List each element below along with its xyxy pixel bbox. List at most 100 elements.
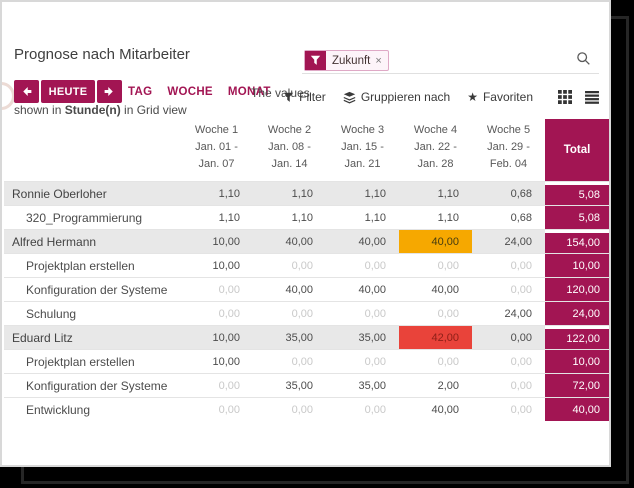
grid-cell: 40,00 xyxy=(399,230,472,253)
grid-cell[interactable]: 40,00 xyxy=(399,398,472,421)
grid-cell: 42,00 xyxy=(399,326,472,349)
facet-remove-icon[interactable]: × xyxy=(374,51,387,70)
row-label[interactable]: Eduard Litz xyxy=(4,326,180,349)
grid-cell[interactable]: 40,00 xyxy=(399,278,472,301)
row-total: 5,08 xyxy=(545,182,609,205)
search-bar[interactable]: Zukunft × xyxy=(302,48,599,74)
grid-cell: 40,00 xyxy=(253,230,326,253)
grid-cell[interactable]: 0,00 xyxy=(253,350,326,373)
next-period-button[interactable] xyxy=(97,80,122,103)
grid-cell: 1,10 xyxy=(253,182,326,205)
grid-cell[interactable]: 35,00 xyxy=(253,374,326,397)
grid-cell[interactable]: 40,00 xyxy=(253,278,326,301)
grid-row-sub: 320_Programmierung1,101,101,101,100,685,… xyxy=(4,205,609,229)
search-icon[interactable] xyxy=(576,51,591,66)
layers-icon xyxy=(343,91,356,104)
row-total: 10,00 xyxy=(545,254,609,277)
search-facet-zukunft[interactable]: Zukunft × xyxy=(304,50,389,71)
row-label: 320_Programmierung xyxy=(4,206,180,229)
row-label[interactable]: Ronnie Oberloher xyxy=(4,182,180,205)
grid-cell[interactable]: 0,00 xyxy=(326,350,399,373)
grid-header-week-4: Woche 4Jan. 22 -Jan. 28 xyxy=(399,119,472,181)
row-label[interactable]: Alfred Hermann xyxy=(4,230,180,253)
grid-header-row: Woche 1Jan. 01 -Jan. 07Woche 2Jan. 08 -J… xyxy=(4,119,609,181)
grid-cell[interactable]: 35,00 xyxy=(326,374,399,397)
row-label: Konfiguration der Systeme xyxy=(4,278,180,301)
grid-cell: 24,00 xyxy=(472,230,545,253)
grid-cell[interactable]: 0,00 xyxy=(253,254,326,277)
row-total: 5,08 xyxy=(545,206,609,229)
facet-label: Zukunft xyxy=(326,51,374,70)
favorites-label: Favoriten xyxy=(483,90,533,104)
filter-label: Filter xyxy=(299,90,326,104)
grid-view-icon[interactable] xyxy=(558,90,572,104)
grid-row-group: Ronnie Oberloher1,101,101,101,100,685,08 xyxy=(4,181,609,205)
note2-suffix: in Grid view xyxy=(121,103,187,117)
prev-period-button[interactable] xyxy=(14,80,39,103)
grid-cell: 0,68 xyxy=(472,182,545,205)
screenshot-stage: Prognose nach Mitarbeiter Zukunft × HEUT… xyxy=(0,0,634,488)
groupby-button[interactable]: Gruppieren nach xyxy=(343,90,450,104)
grid-cell[interactable]: 0,00 xyxy=(180,398,253,421)
grid-cell[interactable]: 0,68 xyxy=(472,206,545,229)
header-line: Woche 1 xyxy=(180,122,253,139)
grid-cell[interactable]: 0,00 xyxy=(180,302,253,325)
grid-cell[interactable]: 1,10 xyxy=(180,206,253,229)
row-label: Projektplan erstellen xyxy=(4,350,180,373)
grid-cell[interactable]: 1,10 xyxy=(326,206,399,229)
grid-header-week-5: Woche 5Jan. 29 -Feb. 04 xyxy=(472,119,545,181)
grid-cell[interactable]: 0,00 xyxy=(472,398,545,421)
grid-cell[interactable]: 10,00 xyxy=(180,350,253,373)
grid-row-sub: Projektplan erstellen10,000,000,000,000,… xyxy=(4,349,609,373)
grid-cell[interactable]: 0,00 xyxy=(253,302,326,325)
row-label: Schulung xyxy=(4,302,180,325)
grid-table: Woche 1Jan. 01 -Jan. 07Woche 2Jan. 08 -J… xyxy=(4,119,609,421)
grid-cell[interactable]: 1,10 xyxy=(253,206,326,229)
row-total: 122,00 xyxy=(545,326,609,349)
grid-cell[interactable]: 0,00 xyxy=(180,374,253,397)
grid-row-group: Alfred Hermann10,0040,0040,0040,0024,001… xyxy=(4,229,609,253)
grid-cell[interactable]: 40,00 xyxy=(326,278,399,301)
grid-cell[interactable]: 10,00 xyxy=(180,254,253,277)
grid-cell[interactable]: 0,00 xyxy=(399,302,472,325)
header-line: Woche 3 xyxy=(326,122,399,139)
grid-cell: 40,00 xyxy=(326,230,399,253)
groupby-label: Gruppieren nach xyxy=(361,90,450,104)
grid-cell[interactable]: 0,00 xyxy=(399,254,472,277)
header-line: Woche 4 xyxy=(399,122,472,139)
grid-cell: 35,00 xyxy=(326,326,399,349)
grid-cell: 10,00 xyxy=(180,230,253,253)
note2-unit: Stunde(n) xyxy=(65,103,121,117)
today-button[interactable]: HEUTE xyxy=(41,80,95,103)
page-title: Prognose nach Mitarbeiter xyxy=(14,46,190,63)
favorites-button[interactable]: ★ Favoriten xyxy=(467,90,533,104)
grid-header-week-1: Woche 1Jan. 01 -Jan. 07 xyxy=(180,119,253,181)
grid-cell: 1,10 xyxy=(326,182,399,205)
grid-cell[interactable]: 0,00 xyxy=(326,254,399,277)
grid-cell[interactable]: 0,00 xyxy=(253,398,326,421)
row-total: 120,00 xyxy=(545,278,609,301)
grid-cell[interactable]: 0,00 xyxy=(180,278,253,301)
grid-cell: 35,00 xyxy=(253,326,326,349)
grid-cell[interactable]: 2,00 xyxy=(399,374,472,397)
header-line: Woche 5 xyxy=(472,122,545,139)
grid-cell[interactable]: 0,00 xyxy=(472,374,545,397)
grid-cell[interactable]: 24,00 xyxy=(472,302,545,325)
grid-cell[interactable]: 0,00 xyxy=(472,254,545,277)
grid-cell[interactable]: 1,10 xyxy=(399,206,472,229)
grid-cell[interactable]: 0,00 xyxy=(472,350,545,373)
range-tag[interactable]: TAG xyxy=(128,86,152,98)
grid-cell[interactable]: 0,00 xyxy=(326,302,399,325)
grid-header-week-3: Woche 3Jan. 15 -Jan. 21 xyxy=(326,119,399,181)
grid-cell[interactable]: 0,00 xyxy=(472,278,545,301)
header-line: Jan. 22 - xyxy=(399,139,472,156)
grid-cell: 1,10 xyxy=(399,182,472,205)
star-icon: ★ xyxy=(467,90,478,104)
grid-cell[interactable]: 0,00 xyxy=(399,350,472,373)
grid-cell[interactable]: 0,00 xyxy=(326,398,399,421)
filter-button[interactable]: Filter xyxy=(283,90,326,104)
list-view-icon[interactable] xyxy=(585,90,599,104)
grid-header-total: Total xyxy=(545,119,609,181)
grid-row-sub: Projektplan erstellen10,000,000,000,000,… xyxy=(4,253,609,277)
range-woche[interactable]: WOCHE xyxy=(167,86,213,98)
